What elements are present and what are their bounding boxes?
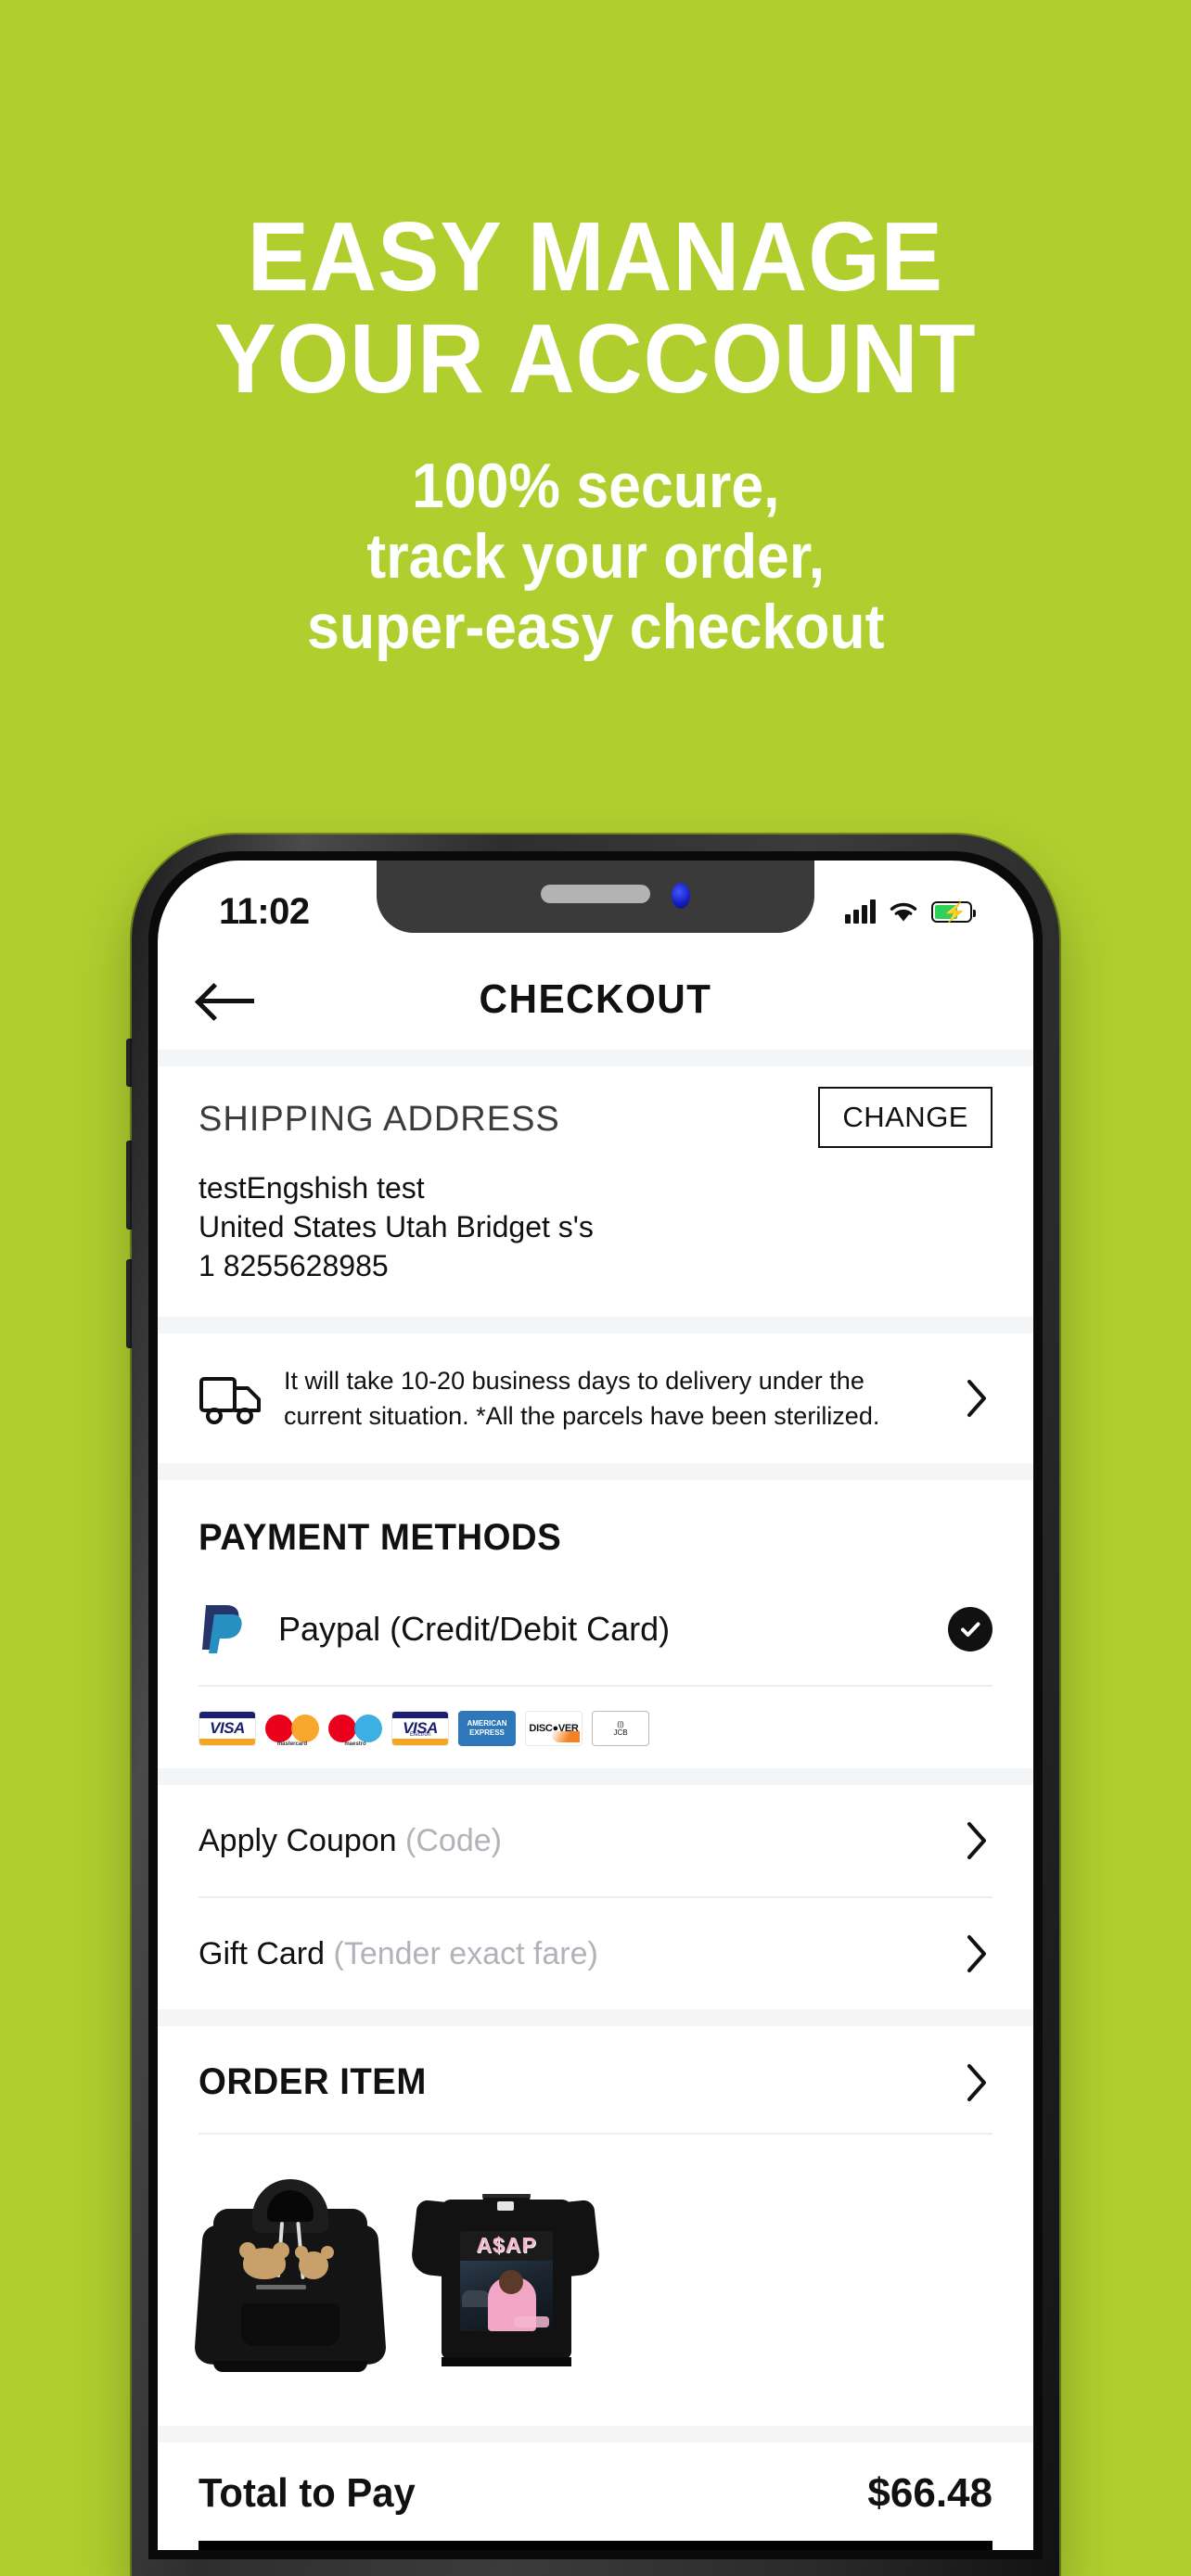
apply-coupon-row[interactable]: Apply Coupon (Code)	[198, 1785, 992, 1896]
gift-card-label: Gift Card (Tender exact fare)	[198, 1936, 965, 1972]
order-item-thumbnails: A$AP	[193, 2135, 992, 2426]
checkout-screen: CHECKOUT SHIPPING ADDRESS CHANGE testEng…	[158, 950, 1033, 2550]
visa-card-icon: VISA	[198, 1711, 256, 1746]
hoodie-thumbnail[interactable]	[193, 2174, 388, 2383]
section-divider	[158, 1768, 1033, 1785]
cellular-signal-icon	[845, 899, 876, 924]
gift-card-row[interactable]: Gift Card (Tender exact fare)	[198, 1896, 992, 2009]
order-item-title: ORDER ITEM	[198, 2061, 427, 2102]
section-divider	[158, 1050, 1033, 1066]
shipping-address-label: SHIPPING ADDRESS	[198, 1100, 560, 1139]
delivery-notice-text: It will take 10-20 business days to deli…	[284, 1367, 880, 1430]
shipping-address-header: SHIPPING ADDRESS CHANGE	[198, 1087, 992, 1148]
american-express-card-icon: AMERICAN EXPRESS	[458, 1711, 516, 1746]
phone-screen: 11:02 ⚡ CHECKOUT SHIPPING ADDRESS CHANGE…	[158, 861, 1033, 2550]
app-bar: CHECKOUT	[158, 950, 1033, 1050]
promo-headline: EASY MANAGE YOUR ACCOUNT	[214, 206, 976, 410]
visa-electron-card-icon: VISA Electron	[391, 1711, 449, 1746]
total-label: Total to Pay	[198, 2470, 416, 2516]
apply-coupon-text: Apply Coupon	[198, 1822, 397, 1858]
paypal-icon	[198, 1601, 247, 1657]
promo-headline-line-2: YOUR ACCOUNT	[214, 304, 977, 414]
discover-card-icon: DISC●VER	[525, 1711, 583, 1746]
gift-card-text: Gift Card	[198, 1935, 326, 1971]
chevron-right-icon[interactable]	[965, 1933, 992, 1974]
payment-method-paypal[interactable]: Paypal (Credit/Debit Card)	[198, 1570, 992, 1687]
earpiece-speaker	[541, 885, 650, 903]
section-divider	[158, 2009, 1033, 2026]
page-title: CHECKOUT	[479, 976, 712, 1022]
mastercard-card-icon: mastercard	[265, 1711, 319, 1746]
payment-methods-section: PAYMENT METHODS Paypal (Credit/Debit Car…	[158, 1480, 1033, 1768]
maestro-card-icon: maestro	[328, 1711, 382, 1746]
shipping-address-section[interactable]: SHIPPING ADDRESS CHANGE testEngshish tes…	[158, 1066, 1033, 1317]
continue-purchase-button[interactable]: CONTINUE PURCHASE	[198, 2541, 992, 2550]
discount-section: Apply Coupon (Code) Gift Card (Tender ex…	[158, 1785, 1033, 2009]
status-indicators: ⚡	[845, 899, 976, 924]
payment-methods-header: PAYMENT METHODS	[198, 1480, 992, 1570]
battery-charging-icon: ⚡	[931, 900, 976, 924]
promo-subtitle-line-3: super-easy checkout	[306, 592, 885, 662]
phone-notch	[377, 861, 814, 933]
chevron-right-icon[interactable]	[965, 1820, 992, 1861]
delivery-notice-row[interactable]: It will take 10-20 business days to deli…	[158, 1333, 1033, 1463]
total-bar: Total to Pay $66.48 CONTINUE PURCHASE	[158, 2442, 1033, 2550]
delivery-truck-icon	[198, 1371, 267, 1425]
total-amount: $66.48	[867, 2470, 992, 2516]
recipient-address: United States Utah Bridget s's	[198, 1210, 594, 1243]
payment-method-label: Paypal (Credit/Debit Card)	[278, 1610, 671, 1648]
recipient-phone: 1 8255628985	[198, 1249, 389, 1282]
promo-subtitle-line-2: track your order,	[366, 521, 825, 592]
gift-card-hint: (Tender exact fare)	[325, 1935, 598, 1971]
payment-methods-title: PAYMENT METHODS	[198, 1517, 562, 1558]
promo-subtitle: 100% secure, track your order, super-eas…	[307, 451, 884, 662]
front-camera-icon	[672, 883, 690, 909]
promo-headline-line-1: EASY MANAGE	[247, 202, 944, 312]
chevron-right-icon[interactable]	[965, 1378, 992, 1419]
tshirt-thumbnail[interactable]: A$AP	[409, 2174, 602, 2383]
accepted-card-logos: VISA mastercard maestro VISA Electron AME…	[198, 1687, 992, 1768]
order-item-header[interactable]: ORDER ITEM	[198, 2026, 992, 2135]
shipping-address-details: testEngshish test United States Utah Bri…	[198, 1168, 992, 1285]
chevron-right-icon[interactable]	[965, 2062, 992, 2103]
section-divider	[158, 1317, 1033, 1333]
total-row: Total to Pay $66.48	[198, 2470, 992, 2541]
section-divider	[158, 2426, 1033, 2442]
recipient-name: testEngshish test	[198, 1171, 425, 1205]
order-item-section: ORDER ITEM A$AP	[158, 2026, 1033, 2426]
apply-coupon-hint: (Code)	[396, 1822, 502, 1858]
wifi-icon	[890, 902, 917, 922]
promo-subtitle-line-1: 100% secure,	[411, 451, 780, 521]
phone-mockup: 11:02 ⚡ CHECKOUT SHIPPING ADDRESS CHANGE…	[132, 835, 1059, 2576]
phone-bezel: 11:02 ⚡ CHECKOUT SHIPPING ADDRESS CHANGE…	[148, 851, 1043, 2559]
status-time: 11:02	[219, 890, 310, 932]
check-circle-icon[interactable]	[948, 1607, 992, 1651]
jcb-card-icon: (|) JCB	[592, 1711, 649, 1746]
section-divider	[158, 1463, 1033, 1480]
change-address-button[interactable]: CHANGE	[818, 1087, 992, 1148]
promo-banner: EASY MANAGE YOUR ACCOUNT 100% secure, tr…	[0, 0, 1191, 835]
apply-coupon-label: Apply Coupon (Code)	[198, 1823, 965, 1859]
